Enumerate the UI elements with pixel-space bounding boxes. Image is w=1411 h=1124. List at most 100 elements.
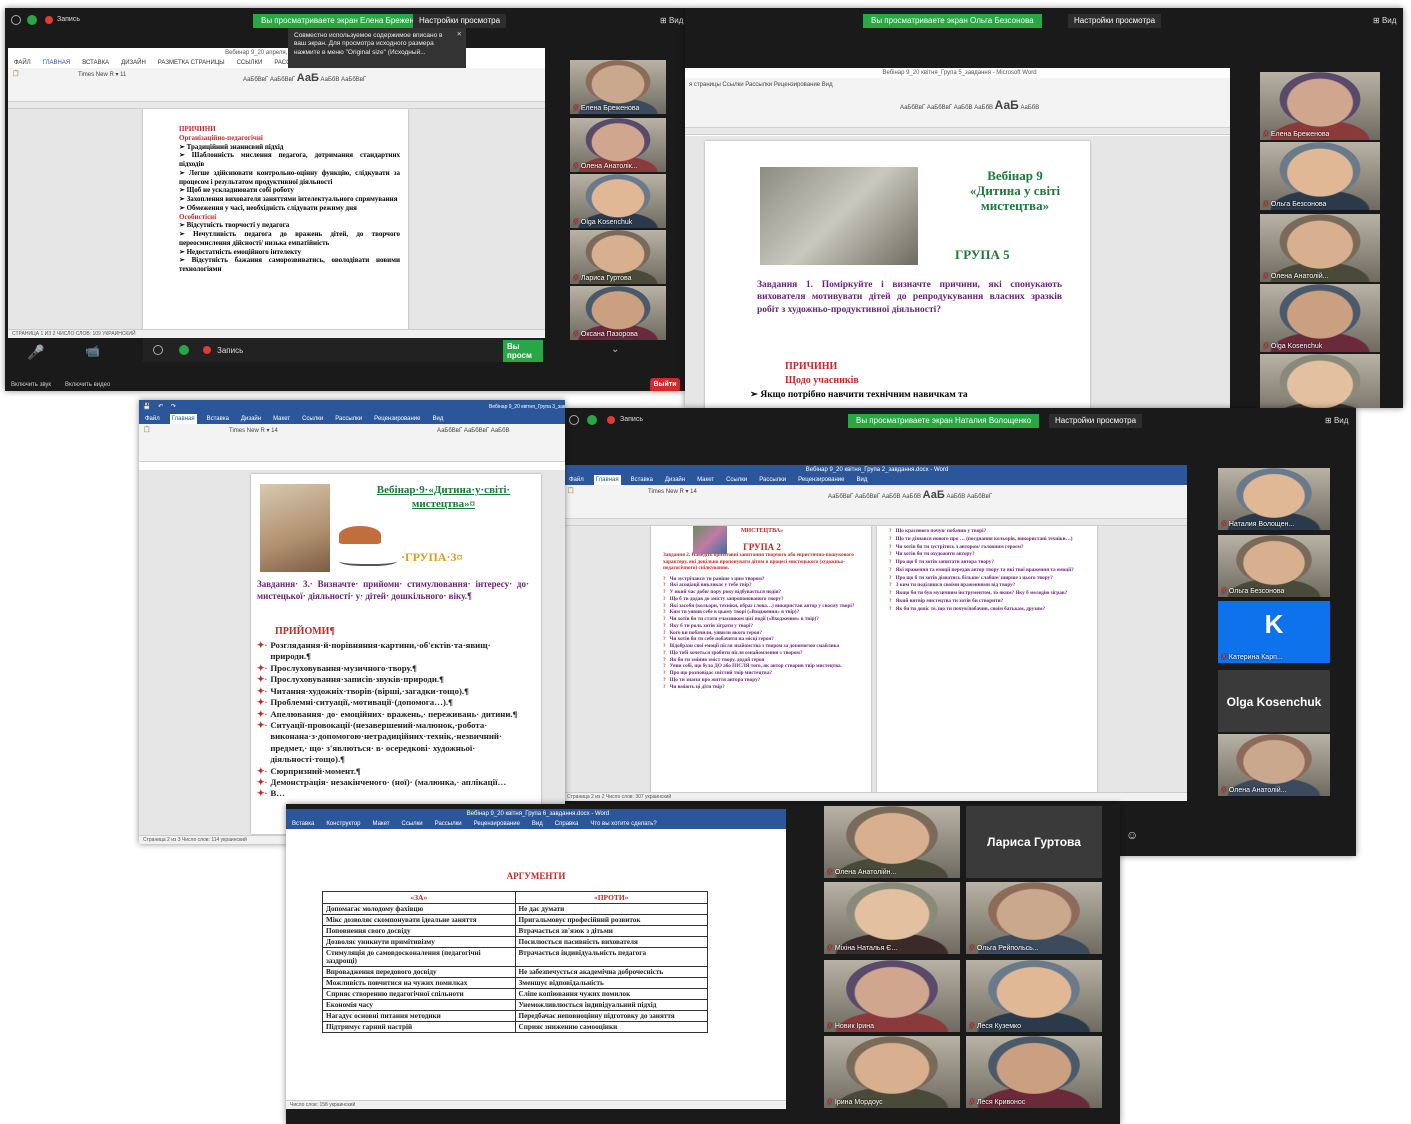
undo-icon[interactable]: ↶ bbox=[158, 404, 163, 410]
font-selector[interactable]: Times New R ▾ 14 bbox=[648, 488, 697, 495]
question-text: Відобрази свої емоції після знайомства з… bbox=[669, 643, 840, 649]
exit-button[interactable]: Выйти bbox=[650, 378, 680, 391]
record-label[interactable]: Запись bbox=[57, 16, 80, 23]
ribbon-tab[interactable]: Ссылки bbox=[300, 414, 325, 424]
ribbon-tab[interactable]: ВСТАВКА bbox=[80, 58, 111, 68]
participant-tile[interactable]: ✗ Олена Анатолій... bbox=[1218, 734, 1330, 796]
participant-tile[interactable]: Olga Kosenchuk bbox=[1218, 670, 1330, 732]
view-button[interactable]: ⊞ Вид bbox=[1373, 16, 1396, 25]
ribbon-tab[interactable]: Вставка bbox=[290, 819, 316, 829]
participant-tile[interactable]: ✗ Ірина Мордоус bbox=[824, 1036, 960, 1108]
info-icon[interactable] bbox=[153, 345, 163, 355]
participant-tile[interactable]: ✗ Леся Кривонос bbox=[966, 1036, 1102, 1108]
mute-label[interactable]: Включить звук bbox=[11, 382, 51, 388]
participant-tile[interactable]: ✗ Елена Бреженова bbox=[1260, 72, 1380, 140]
styles-gallery[interactable]: АаБбВвГ АаБбВвГ АаБбВ АаБбВ АаБ АаБбВ bbox=[900, 98, 1039, 112]
ribbon-tab[interactable]: Дизайн bbox=[239, 414, 263, 424]
participant-tile[interactable]: ✗ Оксана Пазорова bbox=[570, 286, 666, 340]
ribbon-tab[interactable]: Главная bbox=[169, 414, 197, 424]
participant-tile[interactable] bbox=[1260, 354, 1380, 408]
ribbon-tab[interactable]: Файл bbox=[143, 414, 162, 424]
ribbon-tab[interactable]: Макет bbox=[695, 475, 716, 485]
ribbon-tab[interactable]: Рассылки bbox=[433, 819, 464, 829]
participant-tile[interactable]: ✗ Новик Ірина bbox=[824, 960, 960, 1032]
video-label[interactable]: Включить видео bbox=[65, 382, 110, 388]
participant-tile[interactable]: Лариса Гуртова bbox=[966, 806, 1102, 878]
save-icon[interactable]: 💾 bbox=[143, 404, 150, 410]
question-icon: ? bbox=[889, 574, 892, 581]
view-settings-button[interactable]: Настройки просмотра bbox=[1068, 14, 1162, 28]
participant-tile[interactable]: ✗ Олена Анатолік... bbox=[570, 118, 666, 172]
font-selector[interactable]: Times New R ▾ 11 bbox=[78, 71, 126, 78]
participant-tile[interactable]: ✗ Олена Анатолій... bbox=[1260, 214, 1380, 282]
participant-tile[interactable]: ✗ Олена Анатолійн... bbox=[824, 806, 960, 878]
ribbon-tab[interactable]: Рассылки bbox=[333, 414, 364, 424]
ribbon-tab[interactable]: Рецензирование bbox=[372, 414, 422, 424]
paste-icon[interactable]: 📋 bbox=[143, 426, 150, 433]
record-label[interactable]: Запись bbox=[217, 346, 243, 355]
close-icon[interactable]: ✕ bbox=[457, 31, 462, 39]
participant-tile[interactable]: ✗ Елена Бреженова bbox=[570, 60, 666, 114]
ribbon-tab[interactable]: Вставка bbox=[205, 414, 231, 424]
task-text: Завдання· 3.· Визначте· прийоми· стимулю… bbox=[257, 579, 529, 601]
ribbon-tab[interactable]: Главная bbox=[593, 475, 621, 485]
ribbon-tab[interactable]: Рассылки bbox=[757, 475, 788, 485]
methods-item-text: В… bbox=[270, 788, 285, 799]
ribbon-tab[interactable]: Вставка bbox=[629, 475, 655, 485]
view-settings-button[interactable]: Настройки просмотра bbox=[1049, 414, 1143, 428]
record-icon[interactable] bbox=[45, 16, 53, 24]
ribbon-tab[interactable]: ССЫЛКИ bbox=[235, 58, 265, 68]
info-icon[interactable] bbox=[569, 415, 579, 425]
record-icon[interactable] bbox=[607, 416, 615, 424]
ribbon-tab[interactable]: Ссылки bbox=[724, 475, 749, 485]
ribbon-tab[interactable]: Рецензирование bbox=[796, 475, 846, 485]
video-off-icon[interactable]: 📹 bbox=[85, 344, 100, 358]
view-button[interactable]: ⊞ Вид bbox=[1325, 416, 1348, 425]
ribbon-tab[interactable]: Дизайн bbox=[663, 475, 687, 485]
ribbon-tab[interactable]: Что вы хотите сделать? bbox=[588, 819, 658, 829]
ribbon-tab[interactable]: Макет bbox=[371, 819, 392, 829]
mic-muted-icon[interactable]: 🎤 bbox=[27, 344, 44, 361]
styles-gallery[interactable]: АаБбВвГ АаБбВвГ АаБбВ bbox=[437, 428, 510, 434]
view-settings-button[interactable]: Настройки просмотра bbox=[413, 14, 507, 28]
ribbon-tab[interactable]: Конструктор bbox=[324, 819, 362, 829]
ribbon-tab[interactable]: ДИЗАЙН bbox=[119, 58, 148, 68]
participant-tile[interactable]: ✗ Olga Kosenchuk bbox=[1260, 284, 1380, 352]
ribbon-tab[interactable]: Вид bbox=[530, 819, 545, 829]
paste-icon[interactable]: 📋 bbox=[12, 70, 19, 77]
participant-tile[interactable]: ✗ Olga Kosenchuk bbox=[570, 174, 666, 228]
participant-tile[interactable]: ✗ Ольга Рейпольсь... bbox=[966, 882, 1102, 954]
ribbon-tab[interactable]: Вид bbox=[430, 414, 445, 424]
record-icon[interactable] bbox=[203, 346, 211, 354]
ribbon-tab[interactable]: ГЛАВНАЯ bbox=[40, 58, 73, 68]
participant-tile[interactable]: ✗ Ольга Безсонова bbox=[1218, 535, 1330, 597]
participant-tile[interactable]: ✗ Лариса Гуртова bbox=[570, 230, 666, 284]
ribbon-tab[interactable]: Вид bbox=[854, 475, 869, 485]
styles-gallery[interactable]: АаБбВвГ АаБбВвГ АаБ АаБбВ АаБбВвГ bbox=[243, 72, 366, 84]
ribbon-tab[interactable]: Макет bbox=[271, 414, 292, 424]
ribbon-tab[interactable]: Справка bbox=[553, 819, 581, 829]
redo-icon[interactable]: ↷ bbox=[171, 404, 176, 410]
reactions-icon[interactable]: ☺ bbox=[1126, 828, 1138, 842]
question-item: ? Чи хотів би ти стати учасником цієї под… bbox=[663, 616, 861, 623]
ribbon-tab[interactable]: РАЗМЕТКА СТРАНИЦЫ bbox=[156, 58, 227, 68]
ribbon-tab[interactable]: Рецензирование bbox=[472, 819, 522, 829]
font-selector[interactable]: Times New R ▾ 14 bbox=[229, 427, 278, 434]
view-button[interactable]: ⊞ Вид bbox=[660, 16, 683, 25]
ribbon-tab[interactable]: ФАЙЛ bbox=[12, 58, 33, 68]
info-icon[interactable] bbox=[11, 15, 21, 25]
participant-tile[interactable]: ✗ Леся Куземко bbox=[966, 960, 1102, 1032]
participant-tile[interactable]: ✗ Катерина Карп... K bbox=[1218, 601, 1330, 663]
participant-tile[interactable]: ✗ Наталия Волощен... bbox=[1218, 468, 1330, 530]
shield-icon[interactable] bbox=[179, 345, 189, 355]
styles-gallery[interactable]: АаБбВвГ АаБбВвГ АаБбВ АаБбВ АаБ АаБбВ Аа… bbox=[828, 489, 992, 501]
participant-tile[interactable]: ✗ Міхіна Наталья Є... bbox=[824, 882, 960, 954]
chevron-down-icon[interactable]: ⌄ bbox=[611, 344, 619, 355]
paste-icon[interactable]: 📋 bbox=[567, 487, 574, 494]
participant-tile[interactable]: ✗ Ольга Безсонова bbox=[1260, 142, 1380, 210]
ribbon-tab[interactable]: Файл bbox=[567, 475, 586, 485]
ribbon-tab[interactable]: Ссылки bbox=[400, 819, 425, 829]
record-label[interactable]: Запись bbox=[620, 416, 643, 423]
shield-icon[interactable] bbox=[587, 415, 597, 425]
shield-icon[interactable] bbox=[27, 15, 37, 25]
